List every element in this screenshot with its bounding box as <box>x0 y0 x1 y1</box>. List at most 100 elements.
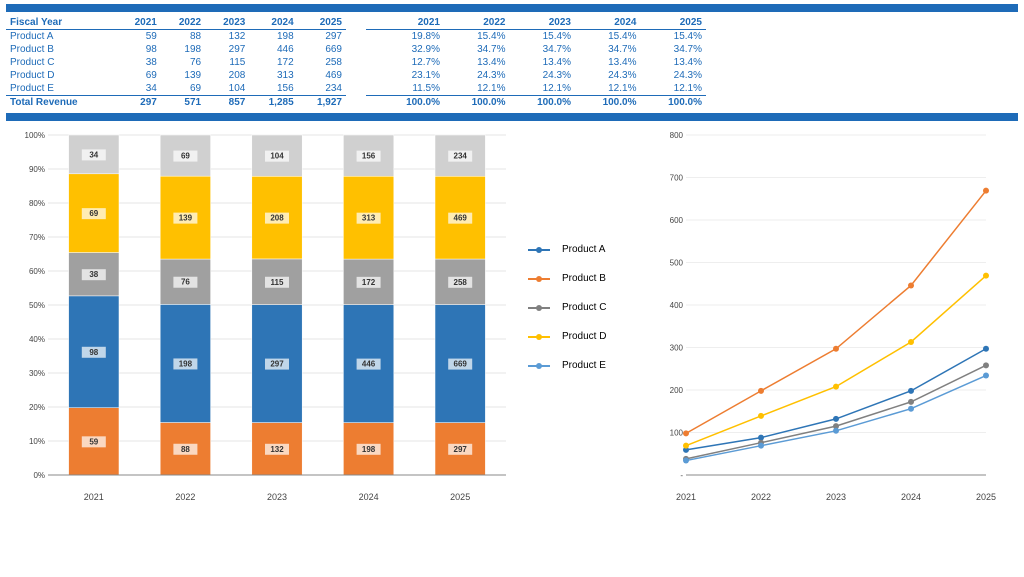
legend-label-0: Product A <box>562 244 605 255</box>
legend-item-1: Product B <box>528 273 630 284</box>
pct-table-row: 32.9%34.7%34.7%34.7%34.7% <box>366 43 706 56</box>
svg-text:258: 258 <box>454 278 468 287</box>
pct-table-row: 23.1%24.3%24.3%24.3%24.3% <box>366 69 706 82</box>
main-container: Fiscal Year20212022202320242025Product A… <box>0 0 1024 577</box>
legend-item-2: Product C <box>528 302 630 313</box>
svg-text:69: 69 <box>89 209 98 218</box>
svg-text:208: 208 <box>270 214 284 223</box>
svg-text:297: 297 <box>454 445 468 454</box>
table-row: Product E3469104156234 <box>6 82 346 96</box>
svg-text:156: 156 <box>362 152 376 161</box>
svg-text:69: 69 <box>181 152 190 161</box>
svg-text:100: 100 <box>670 429 684 438</box>
left-table: Fiscal Year20212022202320242025Product A… <box>6 16 346 109</box>
svg-text:60%: 60% <box>29 267 45 276</box>
col-header-4: 2024 <box>249 16 297 30</box>
svg-text:2023: 2023 <box>826 492 846 502</box>
svg-text:234: 234 <box>454 152 468 161</box>
legend-label-1: Product B <box>562 273 606 284</box>
legend-item-4: Product E <box>528 360 630 371</box>
pct-table-row: 11.5%12.1%12.1%12.1%12.1% <box>366 82 706 96</box>
pct-table-row: 19.8%15.4%15.4%15.4%15.4% <box>366 30 706 44</box>
svg-text:600: 600 <box>670 216 684 225</box>
top-section: Fiscal Year20212022202320242025Product A… <box>0 0 1024 111</box>
svg-text:34: 34 <box>89 150 98 159</box>
legend-label-2: Product C <box>562 302 606 313</box>
col-header-3: 2023 <box>205 16 249 30</box>
svg-text:80%: 80% <box>29 199 45 208</box>
svg-text:2022: 2022 <box>175 492 195 502</box>
charts-container: 0%10%20%30%40%50%60%70%80%90%100%5998386… <box>6 125 1018 508</box>
legend-line-4 <box>528 361 556 371</box>
svg-text:800: 800 <box>670 131 684 140</box>
svg-text:0%: 0% <box>33 471 45 480</box>
pct-total-row: 100.0%100.0%100.0%100.0%100.0% <box>366 96 706 110</box>
legend-item-0: Product A <box>528 244 630 255</box>
table-row: Product B98198297446669 <box>6 43 346 56</box>
svg-text:98: 98 <box>89 348 98 357</box>
svg-text:2021: 2021 <box>84 492 104 502</box>
svg-text:198: 198 <box>179 359 193 368</box>
svg-text:20%: 20% <box>29 403 45 412</box>
svg-text:50%: 50% <box>29 301 45 310</box>
legend-line-1 <box>528 274 556 284</box>
table-row: Product C3876115172258 <box>6 56 346 69</box>
legend-item-3: Product D <box>528 331 630 342</box>
svg-text:198: 198 <box>362 445 376 454</box>
svg-text:2022: 2022 <box>751 492 771 502</box>
total-row: Total Revenue2975718571,2851,927 <box>6 96 346 110</box>
line-chart-svg: -100200300400500600700800202120222023202… <box>634 125 1018 505</box>
svg-text:297: 297 <box>270 360 284 369</box>
svg-text:669: 669 <box>454 360 468 369</box>
right-panel: Product A Product B Product C Product D Prod… <box>520 125 1018 508</box>
col-header-0: Fiscal Year <box>6 16 117 30</box>
svg-text:2021: 2021 <box>676 492 696 502</box>
svg-text:2025: 2025 <box>976 492 996 502</box>
col-header-2: 2022 <box>161 16 205 30</box>
tables-wrapper: Fiscal Year20212022202320242025Product A… <box>6 16 1018 109</box>
bottom-section: 0%10%20%30%40%50%60%70%80%90%100%5998386… <box>0 111 1024 510</box>
line-chart-area: -100200300400500600700800202120222023202… <box>634 125 1018 508</box>
legend-label-3: Product D <box>562 331 606 342</box>
legend-label-4: Product E <box>562 360 606 371</box>
svg-text:76: 76 <box>181 278 190 287</box>
svg-text:2023: 2023 <box>267 492 287 502</box>
svg-text:59: 59 <box>89 437 98 446</box>
svg-text:70%: 70% <box>29 233 45 242</box>
svg-text:104: 104 <box>270 152 284 161</box>
svg-text:88: 88 <box>181 445 190 454</box>
table-row: Product D69139208313469 <box>6 69 346 82</box>
svg-text:500: 500 <box>670 259 684 268</box>
bottom-title <box>6 113 1018 121</box>
svg-text:300: 300 <box>670 344 684 353</box>
svg-text:400: 400 <box>670 301 684 310</box>
svg-text:38: 38 <box>89 270 98 279</box>
svg-text:313: 313 <box>362 214 376 223</box>
svg-text:90%: 90% <box>29 165 45 174</box>
col-header-5: 2025 <box>298 16 346 30</box>
svg-text:139: 139 <box>179 214 193 223</box>
svg-text:469: 469 <box>454 214 468 223</box>
svg-text:-: - <box>680 471 683 480</box>
col-header-1: 2021 <box>117 16 161 30</box>
pct-table: 2021202220232024202519.8%15.4%15.4%15.4%… <box>366 16 706 109</box>
svg-text:172: 172 <box>362 278 376 287</box>
svg-text:2024: 2024 <box>901 492 921 502</box>
svg-text:2025: 2025 <box>450 492 470 502</box>
legend-line-0 <box>528 245 556 255</box>
pct-table-row: 12.7%13.4%13.4%13.4%13.4% <box>366 56 706 69</box>
bar-chart-area: 0%10%20%30%40%50%60%70%80%90%100%5998386… <box>6 125 516 508</box>
bar-chart-svg: 0%10%20%30%40%50%60%70%80%90%100%5998386… <box>6 125 516 505</box>
svg-text:40%: 40% <box>29 335 45 344</box>
svg-text:446: 446 <box>362 360 376 369</box>
legend-panel: Product A Product B Product C Product D Prod… <box>520 125 630 508</box>
revenue-table: Fiscal Year20212022202320242025Product A… <box>6 16 346 109</box>
svg-text:132: 132 <box>270 445 284 454</box>
svg-text:10%: 10% <box>29 437 45 446</box>
right-table: 2021202220232024202519.8%15.4%15.4%15.4%… <box>366 16 706 109</box>
svg-text:200: 200 <box>670 386 684 395</box>
svg-text:115: 115 <box>271 278 284 287</box>
top-title <box>6 4 1018 12</box>
svg-text:100%: 100% <box>25 131 45 140</box>
legend-line-3 <box>528 332 556 342</box>
